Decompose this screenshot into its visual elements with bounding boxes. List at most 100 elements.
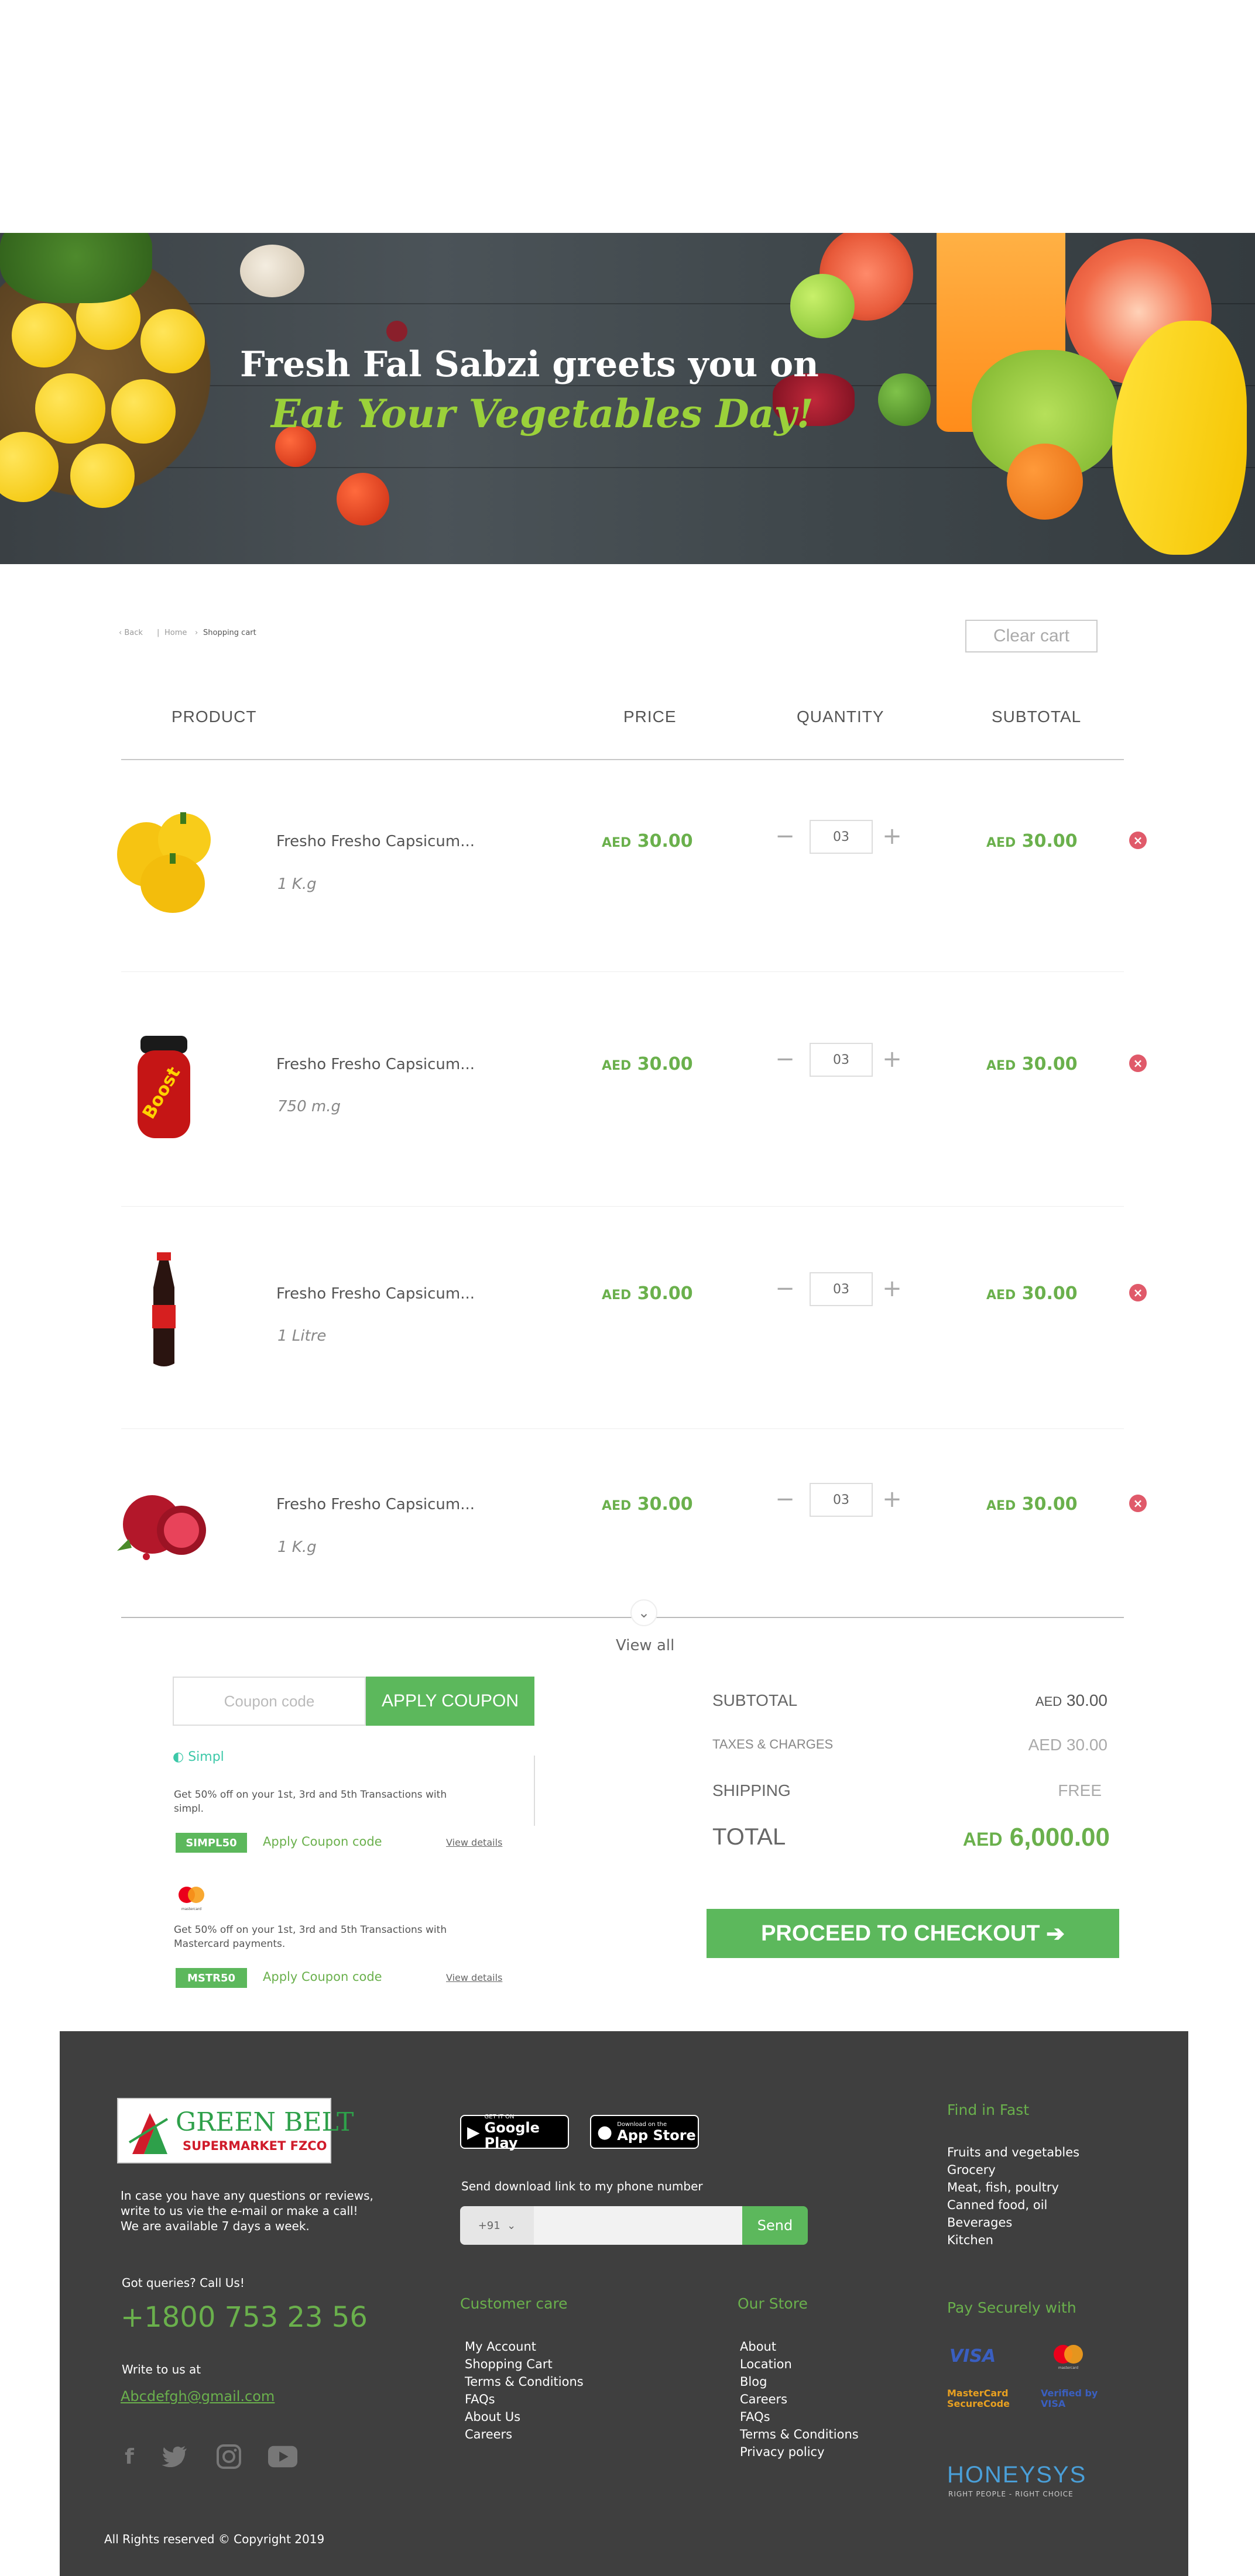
coupon-code-input[interactable]: Coupon code: [173, 1677, 366, 1726]
footer-link[interactable]: Fruits and vegetables: [947, 2144, 1079, 2161]
footer-link[interactable]: Meat, fish, poultry: [947, 2179, 1079, 2196]
queries-label: Got queries? Call Us!: [122, 2276, 245, 2290]
footer-link[interactable]: Beverages: [947, 2214, 1079, 2231]
product-price: AED 30.00: [602, 1054, 693, 1074]
footer-link[interactable]: Grocery: [947, 2161, 1079, 2179]
product-price: AED 30.00: [602, 1283, 693, 1304]
country-code-select[interactable]: +91 ⌄: [460, 2206, 534, 2245]
view-details-link[interactable]: View details: [446, 1972, 502, 1983]
google-play-button[interactable]: ▶ GET IT ON Google Play: [460, 2114, 569, 2151]
product-name[interactable]: Fresho Fresho Capsicum...: [276, 833, 475, 850]
footer: GREEN BELT SUPERMARKET FZCO In case you …: [60, 2031, 1188, 2576]
qty-decrease-button[interactable]: −: [773, 1047, 797, 1071]
google-play-icon: ▶: [467, 2122, 480, 2142]
footer-link[interactable]: Location: [740, 2355, 859, 2373]
qty-input[interactable]: 03: [810, 1272, 873, 1306]
send-link-label: Send download link to my phone number: [461, 2179, 703, 2193]
header-product: PRODUCT: [172, 707, 257, 726]
header-divider: [121, 759, 1124, 760]
footer-link[interactable]: Canned food, oil: [947, 2196, 1079, 2214]
footer-link[interactable]: FAQs: [740, 2408, 859, 2426]
our-store-title: Our Store: [738, 2295, 808, 2312]
email-link[interactable]: Abcdefgh@gmail.com: [121, 2388, 275, 2405]
product-image-capsicum: [105, 808, 222, 925]
breadcrumb-current: Shopping cart: [203, 628, 256, 637]
summary-taxes-label: TAXES & CHARGES: [712, 1737, 834, 1751]
offer-divider: [534, 1756, 535, 1826]
footer-link[interactable]: Blog: [740, 2373, 859, 2390]
svg-text:mastercard: mastercard: [181, 1907, 201, 1911]
breadcrumb-chevron: ›: [195, 628, 198, 637]
honeysys-logo: HONEYSYS: [947, 2462, 1087, 2488]
qty-increase-button[interactable]: +: [880, 1488, 904, 1511]
facebook-icon[interactable]: f: [115, 2442, 144, 2471]
simpl-logo: ◐ Simpl: [173, 1750, 224, 1764]
qty-increase-button[interactable]: +: [880, 1277, 904, 1300]
footer-link[interactable]: Careers: [465, 2426, 584, 2443]
footer-link[interactable]: Terms & Conditions: [465, 2373, 584, 2390]
clear-cart-button[interactable]: Clear cart: [965, 620, 1098, 652]
footer-link[interactable]: Careers: [740, 2390, 859, 2408]
remove-item-icon[interactable]: ×: [1129, 832, 1147, 849]
product-price: AED 30.00: [602, 1494, 693, 1514]
hero-banner: Fresh Fal Sabzi greets you on Eat Your V…: [0, 233, 1255, 564]
contact-text: In case you have any questions or review…: [121, 2189, 373, 2233]
phone-input[interactable]: [534, 2206, 742, 2245]
svg-text:mastercard: mastercard: [1058, 2366, 1078, 2370]
header-subtotal: SUBTOTAL: [992, 707, 1082, 726]
chevron-down-icon: ⌄: [507, 2219, 516, 2232]
footer-link[interactable]: About Us: [465, 2408, 584, 2426]
footer-link[interactable]: My Account: [465, 2338, 584, 2355]
qty-increase-button[interactable]: +: [880, 825, 904, 848]
footer-link[interactable]: About: [740, 2338, 859, 2355]
product-name[interactable]: Fresho Fresho Capsicum...: [276, 1056, 475, 1073]
honeysys-tagline: RIGHT PEOPLE - RIGHT CHOICE: [948, 2490, 1074, 2498]
footer-link[interactable]: FAQs: [465, 2390, 584, 2408]
phone-number[interactable]: +1800 753 23 56: [121, 2301, 368, 2334]
app-store-button[interactable]: ● Download on the App Store: [590, 2115, 699, 2149]
product-size: 1 K.g: [277, 1538, 317, 1556]
qty-decrease-button[interactable]: −: [773, 825, 797, 848]
product-size: 1 Litre: [277, 1327, 327, 1345]
offer-code-badge: SIMPL50: [176, 1833, 247, 1853]
youtube-icon[interactable]: [268, 2442, 297, 2471]
summary-taxes-value: AED 30.00: [1028, 1736, 1107, 1754]
apply-offer-link[interactable]: Apply Coupon code: [263, 1970, 382, 1984]
apply-coupon-button[interactable]: APPLY COUPON: [366, 1677, 534, 1726]
green-belt-logo[interactable]: GREEN BELT SUPERMARKET FZCO: [117, 2098, 354, 2163]
qty-input[interactable]: 03: [810, 820, 873, 854]
breadcrumb-home[interactable]: Home: [164, 628, 187, 637]
logo-name: GREEN BELT: [176, 2107, 354, 2137]
remove-item-icon[interactable]: ×: [1129, 1495, 1147, 1512]
product-name[interactable]: Fresho Fresho Capsicum...: [276, 1496, 475, 1513]
twitter-icon[interactable]: [160, 2442, 190, 2471]
logo-subtitle: SUPERMARKET FZCO: [183, 2139, 327, 2153]
footer-link[interactable]: Privacy policy: [740, 2443, 859, 2461]
remove-item-icon[interactable]: ×: [1129, 1055, 1147, 1072]
chevron-double-down-icon[interactable]: ⌄: [630, 1599, 657, 1626]
product-name[interactable]: Fresho Fresho Capsicum...: [276, 1285, 475, 1303]
instagram-icon[interactable]: [214, 2442, 244, 2471]
send-button[interactable]: Send: [742, 2206, 808, 2245]
qty-decrease-button[interactable]: −: [773, 1277, 797, 1300]
product-subtotal: AED 30.00: [986, 1054, 1078, 1074]
qty-decrease-button[interactable]: −: [773, 1488, 797, 1511]
product-size: 1 K.g: [277, 875, 317, 893]
cart-end-divider: [121, 1617, 1124, 1618]
product-price: AED 30.00: [602, 831, 693, 851]
view-details-link[interactable]: View details: [446, 1837, 502, 1848]
qty-input[interactable]: 03: [810, 1483, 873, 1517]
footer-link[interactable]: Shopping Cart: [465, 2355, 584, 2373]
qty-increase-button[interactable]: +: [880, 1047, 904, 1071]
view-all-link[interactable]: View all: [616, 1637, 674, 1654]
apply-offer-link[interactable]: Apply Coupon code: [263, 1835, 382, 1849]
offer-description: Get 50% off on your 1st, 3rd and 5th Tra…: [174, 1924, 447, 1950]
product-subtotal: AED 30.00: [986, 1494, 1078, 1514]
qty-input[interactable]: 03: [810, 1043, 873, 1077]
breadcrumb-back[interactable]: ‹ Back: [119, 628, 143, 637]
footer-link[interactable]: Kitchen: [947, 2231, 1079, 2249]
footer-link[interactable]: Terms & Conditions: [740, 2426, 859, 2443]
product-image-boost: Boost: [105, 1030, 222, 1147]
proceed-to-checkout-button[interactable]: PROCEED TO CHECKOUT ➔: [707, 1909, 1119, 1958]
remove-item-icon[interactable]: ×: [1129, 1284, 1147, 1301]
